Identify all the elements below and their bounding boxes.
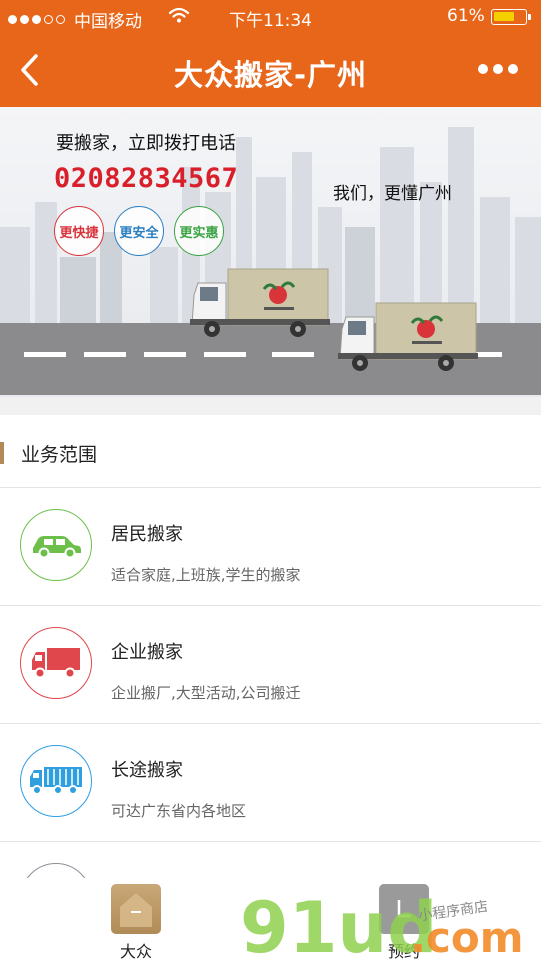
navigation-bar: 大众搬家-广州 [0,34,541,107]
app-screen: 中国移动 下午11:34 61% 大众搬家-广州 要搬家，立即拨打电话 0208… [0,0,541,960]
service-name: 居民搬家 [111,524,183,545]
more-options-icon[interactable] [478,64,518,74]
car-icon [20,509,92,581]
tab-label: 预约 [387,942,420,960]
banner-slogan: 我们，更懂广州 [333,184,452,204]
moving-truck-image [190,268,330,337]
lorry-icon [20,745,92,817]
service-description: 适合家庭,上班族,学生的搬家 [111,566,301,584]
service-name: 企业搬家 [111,642,183,663]
section-accent-bar [0,442,4,464]
top-bar: 中国移动 下午11:34 61% 大众搬家-广州 [0,0,541,107]
section-header: 业务范围 [0,415,541,488]
badge-faster: 更快捷 [54,206,104,256]
home-icon [111,884,161,934]
service-item-long-distance[interactable]: 长途搬家 可达广东省内各地区 [0,724,541,842]
service-description: 可达广东省内各地区 [111,802,247,820]
badge-cheaper: 更实惠 [174,206,224,256]
badge-safer: 更安全 [114,206,164,256]
service-description: 企业搬厂,大型活动,公司搬迁 [111,684,301,702]
page-title: 大众搬家-广州 [173,58,368,92]
battery-percent: 61% [447,6,485,26]
tab-label: 大众 [119,942,152,960]
truck-icon [20,627,92,699]
moving-truck-image [338,302,478,371]
battery-icon [491,9,531,25]
section-divider [0,397,541,415]
promo-banner[interactable]: 要搬家，立即拨打电话 02082834567 我们，更懂广州 更快捷 更安全 更… [0,107,541,397]
service-item-residential[interactable]: 居民搬家 适合家庭,上班族,学生的搬家 [0,488,541,606]
tab-booking[interactable]: 预约 [374,884,434,960]
service-name: 长途搬家 [111,760,183,781]
banner-phone-number[interactable]: 02082834567 [54,163,238,194]
calendar-icon [379,884,429,934]
status-bar: 中国移动 下午11:34 61% [0,0,541,34]
section-title: 业务范围 [21,444,98,466]
service-item-enterprise[interactable]: 企业搬家 企业搬厂,大型活动,公司搬迁 [0,606,541,724]
tab-home[interactable]: 大众 [106,884,166,960]
banner-cta-text: 要搬家，立即拨打电话 [56,133,236,154]
tab-bar: 大众 预约 [0,878,541,960]
